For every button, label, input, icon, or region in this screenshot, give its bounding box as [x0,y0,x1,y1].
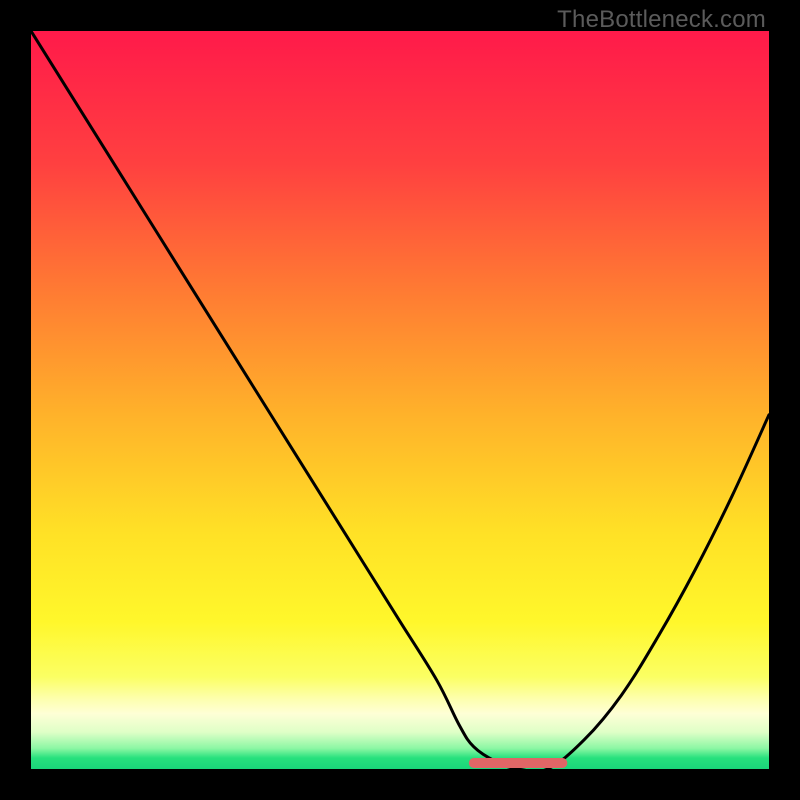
chart-frame: TheBottleneck.com [0,0,800,800]
gradient-background [31,31,769,769]
watermark-text: TheBottleneck.com [557,6,766,34]
chart-svg [31,31,769,769]
plot-area [31,31,769,769]
